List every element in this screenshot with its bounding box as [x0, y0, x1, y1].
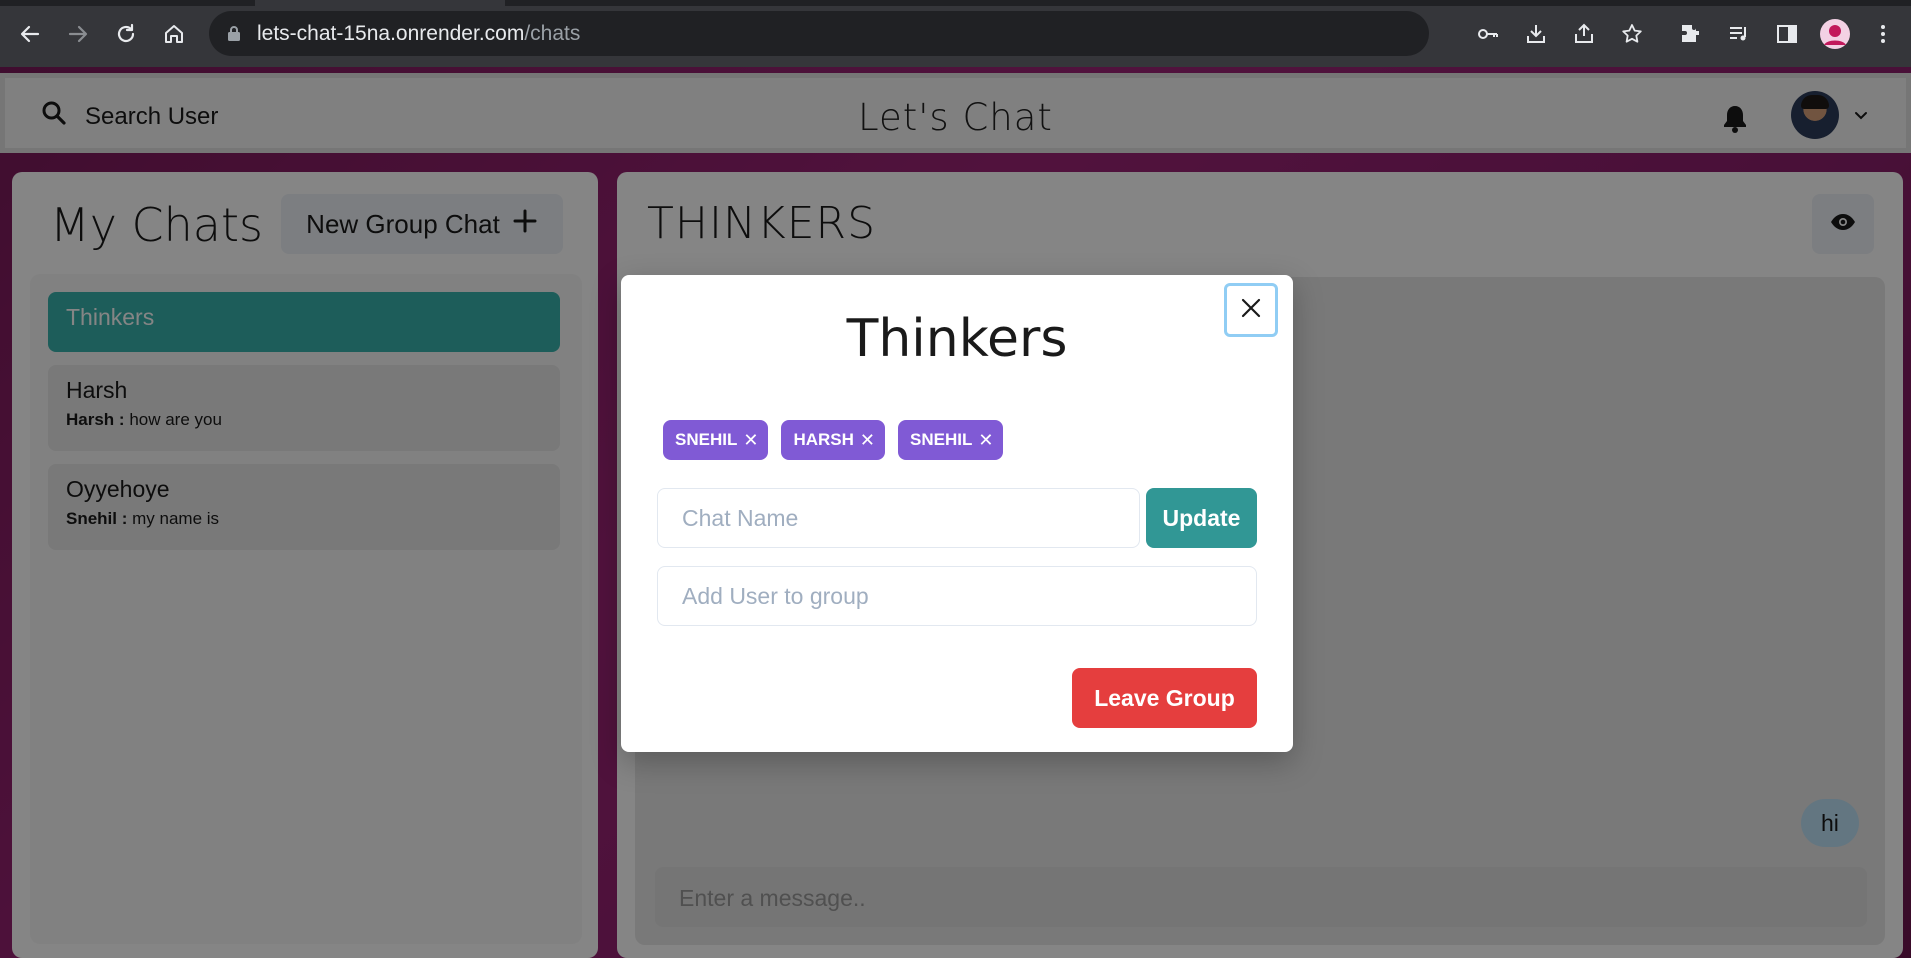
close-button[interactable] [1224, 283, 1278, 337]
url-text: lets-chat-15na.onrender.com/chats [257, 22, 581, 45]
lock-icon[interactable] [227, 25, 241, 47]
tab-strip [0, 0, 1911, 6]
member-chips: SNEHIL ✕ HARSH ✕ SNEHIL ✕ [663, 420, 1004, 460]
remove-member-icon[interactable]: ✕ [743, 431, 758, 449]
add-user-field[interactable]: Add User to group [657, 566, 1257, 626]
address-bar[interactable]: lets-chat-15na.onrender.com/chats [209, 11, 1429, 56]
close-icon [1240, 297, 1262, 324]
extensions-icon[interactable] [1673, 16, 1709, 52]
profile-avatar[interactable] [1817, 16, 1853, 52]
member-name: SNEHIL [909, 430, 973, 449]
member-chip[interactable]: SNEHIL ✕ [897, 420, 1004, 460]
key-icon[interactable] [1470, 16, 1506, 52]
menu-icon[interactable] [1865, 16, 1901, 52]
remove-member-icon[interactable]: ✕ [860, 431, 875, 449]
member-chip[interactable]: HARSH ✕ [781, 420, 885, 460]
member-name: HARSH [793, 430, 854, 449]
side-panel-icon[interactable] [1769, 16, 1805, 52]
home-icon[interactable] [156, 16, 192, 52]
back-icon[interactable] [12, 16, 48, 52]
star-icon[interactable] [1614, 16, 1650, 52]
leave-group-button[interactable]: Leave Group [1072, 668, 1257, 728]
install-icon[interactable] [1518, 16, 1554, 52]
update-button[interactable]: Update [1146, 488, 1257, 548]
forward-icon[interactable] [60, 16, 96, 52]
modal-title: Thinkers [846, 309, 1068, 369]
chat-name-field[interactable]: Chat Name [657, 488, 1140, 548]
media-icon[interactable] [1721, 16, 1757, 52]
browser-toolbar: lets-chat-15na.onrender.com/chats [0, 0, 1911, 67]
group-settings-modal: Thinkers SNEHIL ✕ HARSH ✕ SNEHIL ✕ Chat … [621, 275, 1293, 752]
active-tab[interactable] [255, 0, 505, 6]
member-chip[interactable]: SNEHIL ✕ [663, 420, 769, 460]
share-icon[interactable] [1566, 16, 1602, 52]
remove-member-icon[interactable]: ✕ [978, 431, 993, 449]
reload-icon[interactable] [108, 16, 144, 52]
member-name: SNEHIL [675, 430, 738, 449]
